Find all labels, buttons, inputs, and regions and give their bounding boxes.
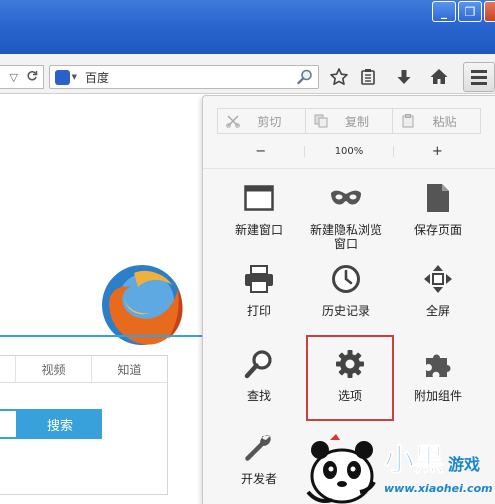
- firefox-logo-icon: [94, 257, 190, 356]
- svg-text:小黑: 小黑: [384, 443, 444, 478]
- search-icon[interactable]: [296, 68, 314, 86]
- new-window-label: 新建窗口: [234, 223, 283, 237]
- developer-item[interactable]: 开发者: [213, 430, 305, 486]
- zoom-in-button[interactable]: +: [394, 144, 481, 159]
- star-icon[interactable]: [328, 66, 350, 88]
- addons-label: 附加组件: [413, 389, 462, 403]
- navigation-toolbar: ▽ 🐾 ▼ 百度: [0, 54, 495, 94]
- developer-label: 开发者: [240, 472, 277, 486]
- panel-divider: [203, 168, 495, 169]
- home-icon[interactable]: [428, 66, 450, 88]
- close-button[interactable]: [484, 1, 495, 22]
- tab-zhidao[interactable]: 知道: [91, 356, 167, 382]
- copy-button[interactable]: 复制: [304, 109, 393, 133]
- fullscreen-item[interactable]: 全屏: [392, 262, 484, 318]
- baidu-paw-icon: 🐾: [55, 69, 70, 85]
- copy-icon: [314, 114, 328, 128]
- cut-button[interactable]: 剪切: [218, 109, 305, 133]
- scissors-icon: [226, 114, 240, 128]
- private-mask-icon: [329, 181, 363, 215]
- fullscreen-icon: [421, 262, 455, 296]
- history-label: 历史记录: [321, 304, 370, 318]
- xiaohei-watermark: 小黑 游戏 www.xiaohei.com: [300, 432, 495, 504]
- baidu-search-input[interactable]: [0, 409, 18, 439]
- maximize-button[interactable]: ❐: [458, 1, 482, 22]
- history-item[interactable]: 历史记录: [300, 262, 392, 318]
- minimize-button[interactable]: _: [432, 1, 456, 22]
- svg-text:游戏: 游戏: [448, 455, 480, 474]
- reading-list-icon[interactable]: [357, 66, 379, 88]
- zoom-controls: − 100% +: [217, 140, 481, 162]
- zoom-out-button[interactable]: −: [217, 144, 304, 159]
- save-page-icon: [421, 181, 455, 215]
- private-window-item[interactable]: 新建隐私浏览 窗口: [300, 181, 392, 251]
- window-titlebar: _ ❐: [0, 0, 495, 54]
- cut-label: 剪切: [257, 114, 282, 129]
- url-bar-end[interactable]: ▽: [0, 65, 44, 89]
- printer-icon: [242, 262, 276, 296]
- tab-blank[interactable]: [0, 356, 15, 382]
- new-window-icon: [242, 181, 276, 215]
- save-page-item[interactable]: 保存页面: [392, 181, 484, 237]
- clipboard-icon: [401, 114, 415, 128]
- chevron-down-icon: ▼: [71, 73, 77, 81]
- baidu-nav-underline: [0, 335, 202, 337]
- download-icon[interactable]: [393, 66, 415, 88]
- paste-label: 粘贴: [432, 114, 457, 129]
- find-item[interactable]: 查找: [213, 347, 305, 403]
- print-label: 打印: [246, 304, 271, 318]
- tab-video[interactable]: 视频: [15, 356, 91, 382]
- hamburger-menu-icon[interactable]: [463, 62, 495, 92]
- options-highlight-box: [306, 335, 394, 421]
- save-page-label: 保存页面: [413, 223, 462, 237]
- history-clock-icon: [329, 262, 363, 296]
- print-item[interactable]: 打印: [213, 262, 305, 318]
- developer-wrench-icon: [242, 430, 276, 464]
- watermark-url: www.xiaohei.com: [384, 482, 493, 495]
- paste-button[interactable]: 粘贴: [392, 109, 480, 133]
- fullscreen-label: 全屏: [425, 304, 450, 318]
- edit-controls: 剪切 复制 粘贴: [217, 108, 481, 134]
- addons-item[interactable]: 附加组件: [392, 347, 484, 403]
- new-window-item[interactable]: 新建窗口: [213, 181, 305, 237]
- private-window-label: 新建隐私浏览 窗口: [309, 223, 382, 251]
- addons-puzzle-icon: [421, 347, 455, 381]
- reload-icon[interactable]: [26, 70, 38, 85]
- copy-label: 复制: [345, 114, 370, 129]
- search-input[interactable]: 百度: [85, 69, 296, 86]
- baidu-search-button[interactable]: 搜索: [18, 409, 102, 439]
- zoom-level[interactable]: 100%: [304, 145, 394, 157]
- search-engine-selector[interactable]: 🐾 ▼: [55, 68, 77, 86]
- search-bar[interactable]: 🐾 ▼ 百度: [49, 65, 319, 89]
- dropdown-arrow-icon[interactable]: ▽: [10, 71, 18, 84]
- find-magnifier-icon: [242, 347, 276, 381]
- find-label: 查找: [246, 389, 271, 403]
